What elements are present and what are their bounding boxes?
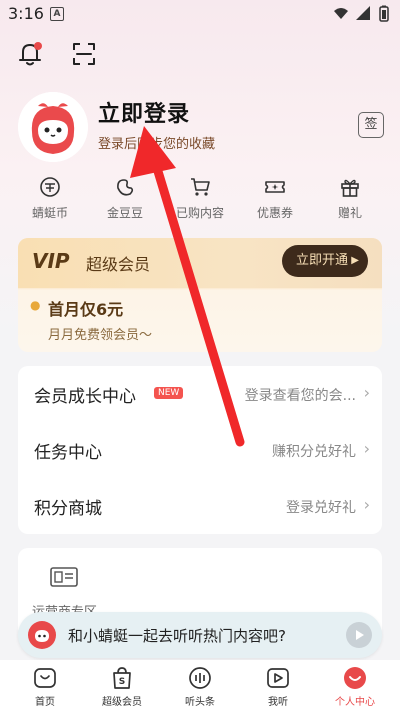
list-item-title: 积分商城 (34, 499, 102, 519)
bottom-nav: 首页 S 超级会员 听头条 我听 个人中心 (0, 660, 400, 712)
notification-bell-icon[interactable] (16, 40, 44, 68)
chevron-right-icon: › (363, 383, 370, 402)
nav-profile[interactable]: 个人中心 (315, 660, 395, 712)
quick-item-label: 已购内容 (175, 206, 224, 220)
bean-icon (117, 179, 134, 196)
quick-item-coin[interactable]: 蜻蜓币 (15, 176, 85, 221)
list-item[interactable]: 会员成长中心 NEW 登录查看您的会... › (18, 366, 382, 422)
vip-offer: 首月仅6元 (48, 300, 124, 319)
avatar[interactable] (18, 92, 88, 162)
nav-listening[interactable]: 我听 (238, 660, 318, 712)
vip-card[interactable]: VIP 超级会员 立即开通 ▶ ● 首月仅6元 月月免费领会员～ (18, 238, 382, 352)
flame-icon: ● (30, 298, 41, 312)
list-item-title: 任务中心 (34, 443, 102, 463)
coin-icon (40, 177, 60, 197)
nav-home[interactable]: 首页 (5, 660, 85, 712)
quick-item-label: 蜻蜓币 (31, 206, 68, 220)
vip-logo: VIP (32, 249, 70, 273)
nav-label: 听头条 (185, 697, 215, 708)
svg-text:S: S (119, 677, 125, 687)
vip-offer-subtitle: 月月免费领会员～ (48, 328, 153, 343)
nav-label: 超级会员 (102, 697, 142, 708)
list-item-title: 会员成长中心 (34, 387, 136, 407)
ticket-icon (265, 181, 285, 193)
play-box-icon (267, 668, 289, 688)
status-bar: 3:16 A (0, 0, 400, 28)
new-badge: NEW (154, 387, 184, 399)
feature-list: 会员成长中心 NEW 登录查看您的会... › 任务中心 赚积分兑好礼 › 积分… (18, 366, 382, 534)
quick-item-bean[interactable]: 金豆豆 (90, 176, 160, 221)
mascot-icon (28, 621, 56, 649)
nav-label: 我听 (268, 697, 288, 708)
chevron-right-icon: › (363, 439, 370, 458)
play-arrow-icon: ▶ (351, 255, 359, 266)
list-item[interactable]: 任务中心 赚积分兑好礼 › (18, 422, 382, 478)
vip-title: 超级会员 (86, 255, 151, 274)
quick-item-label: 优惠券 (256, 206, 293, 220)
quick-item-label: 赠礼 (337, 206, 362, 220)
recommend-tip-bar[interactable]: 和小蜻蜓一起去听听热门内容吧? (18, 612, 382, 658)
notification-a-icon: A (50, 7, 64, 21)
vip-open-button[interactable]: 立即开通 ▶ (282, 245, 368, 277)
quick-item-coupon[interactable]: 优惠券 (240, 176, 310, 221)
login-subtitle: 登录后同步您的收藏 (98, 137, 216, 152)
waveform-icon (189, 667, 211, 689)
list-item[interactable]: 积分商城 登录兑好礼 › (18, 478, 382, 534)
quick-actions: 蜻蜓币 金豆豆 已购内容 优惠券 赠礼 (0, 176, 400, 226)
sign-in-button[interactable]: 签 (358, 112, 384, 138)
quick-item-gift[interactable]: 赠礼 (315, 176, 385, 221)
status-time: 3:16 (8, 4, 44, 23)
login-title[interactable]: 立即登录 (98, 96, 190, 128)
sim-card-icon (50, 567, 78, 587)
vip-bag-icon: S (113, 667, 131, 689)
list-item-hint: 赚积分兑好礼 (272, 444, 356, 460)
cart-icon (191, 178, 210, 196)
nav-label: 个人中心 (335, 697, 375, 708)
chevron-right-icon: › (363, 495, 370, 514)
quick-item-label: 金豆豆 (106, 206, 143, 220)
vip-open-label: 立即开通 (296, 253, 349, 268)
tip-text: 和小蜻蜓一起去听听热门内容吧? (68, 627, 286, 645)
nav-vip[interactable]: S 超级会员 (82, 660, 162, 712)
home-icon (34, 668, 56, 688)
quick-item-purchased[interactable]: 已购内容 (165, 176, 235, 221)
profile-icon (344, 667, 366, 689)
list-item-hint: 登录兑好礼 (286, 500, 356, 516)
scan-icon[interactable] (70, 40, 98, 68)
nav-label: 首页 (35, 697, 55, 708)
play-icon[interactable] (346, 622, 372, 648)
gift-icon (341, 179, 359, 197)
system-icons (332, 5, 394, 27)
nav-headlines[interactable]: 听头条 (160, 660, 240, 712)
list-item-hint: 登录查看您的会... (244, 388, 356, 404)
